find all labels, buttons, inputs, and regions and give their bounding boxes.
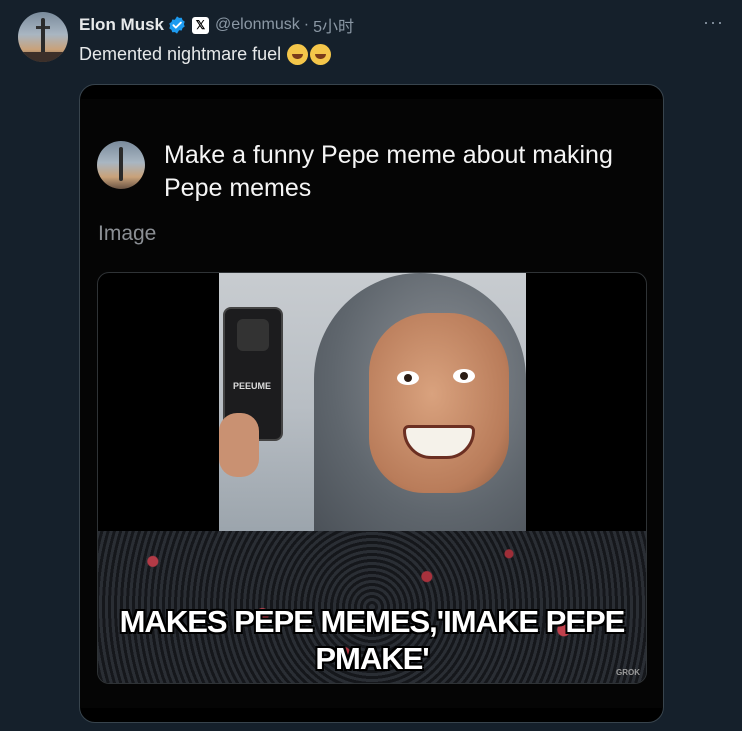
right-eye [453,369,475,383]
hand [219,413,259,477]
avatar-rocket [41,18,45,54]
generated-meme-image[interactable]: PEEUME MAKES PEPE MEMES,'IMAKE PEPE PMAK… [97,272,647,684]
author-avatar[interactable] [18,12,68,62]
author-name[interactable]: Elon Musk [79,15,164,35]
card-avatar-rocket [119,147,123,181]
image-label: Image [98,222,157,245]
rolling-laughing-emoji-icon [287,44,309,65]
more-options-icon[interactable]: ··· [703,12,724,33]
meme-caption-line-2: PMAKE' [315,641,429,676]
tweet-header: Elon Musk 𝕏 @elonmusk · 5小时 [79,13,354,37]
meme-caption: MAKES PEPE MEMES,'IMAKE PEPE PMAKE' [98,603,646,677]
grok-prompt-text: Make a funny Pepe meme about making Pepe… [164,141,613,202]
card-avatar [97,141,145,189]
tweet-text: Demented nightmare fuel [79,44,332,65]
media-card[interactable]: Make a funny Pepe meme about making Pepe… [79,84,664,723]
meme-photo: PEEUME [219,273,526,539]
x-badge-letter: 𝕏 [195,18,206,32]
card-inner: Make a funny Pepe meme about making Pepe… [80,99,663,708]
grok-watermark: GROK [616,668,640,677]
phone-brand-text: PEEUME [233,381,272,391]
tweet-text-content: Demented nightmare fuel [79,44,282,64]
left-eye [397,371,419,385]
rolling-laughing-emoji-icon [310,44,332,65]
separator-dot: · [303,16,310,33]
avatar-ground [18,52,68,62]
author-handle[interactable]: @elonmusk [215,16,300,34]
x-affiliate-badge-icon[interactable]: 𝕏 [192,16,210,34]
tweet-timestamp[interactable]: 5小时 [313,13,354,37]
phone-camera [237,319,269,351]
face [369,313,509,493]
verified-badge-icon[interactable] [167,15,187,35]
grinning-mouth [403,425,475,459]
meme-caption-line-1: MAKES PEPE MEMES,'IMAKE PEPE [119,604,626,639]
